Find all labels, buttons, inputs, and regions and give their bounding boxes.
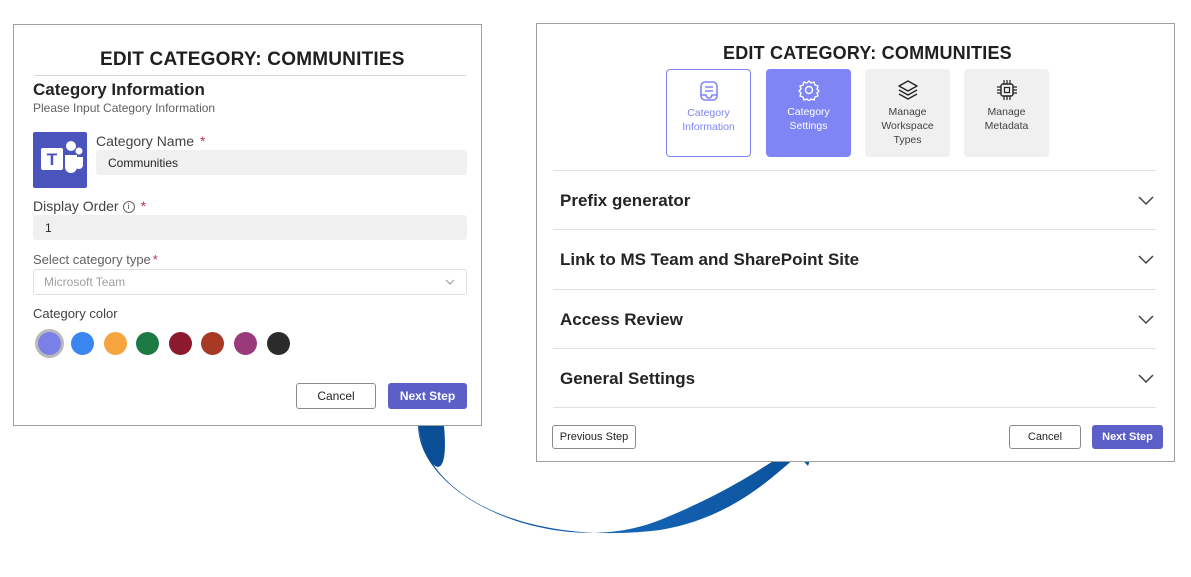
cancel-button[interactable]: Cancel	[296, 383, 376, 409]
accordion-access-review[interactable]: Access Review	[560, 310, 683, 330]
category-color-label: Category color	[33, 306, 118, 321]
accordion-link-ms-team[interactable]: Link to MS Team and SharePoint Site	[560, 250, 859, 270]
clipboard-icon	[699, 81, 718, 101]
divider	[553, 407, 1156, 408]
display-order-value: 1	[45, 220, 52, 235]
tile-label: Category Information	[682, 107, 735, 133]
color-swatch-8[interactable]	[267, 332, 290, 355]
color-swatch-3[interactable]	[104, 332, 127, 355]
tile-manage-workspace-types[interactable]: Manage Workspace Types	[865, 69, 950, 157]
chevron-down-icon[interactable]	[1137, 372, 1155, 384]
cancel-button[interactable]: Cancel	[1009, 425, 1081, 449]
panel-title: EDIT CATEGORY: COMMUNITIES	[100, 49, 405, 70]
display-order-input[interactable]: 1	[33, 215, 467, 240]
category-name-input[interactable]: Communities	[96, 150, 467, 175]
display-order-label: Display Order i *	[33, 198, 147, 214]
color-swatch-4[interactable]	[136, 332, 159, 355]
layers-icon	[897, 80, 918, 100]
color-swatch-1[interactable]	[38, 332, 61, 355]
divider	[553, 289, 1156, 290]
category-name-label: Category Name *	[96, 133, 206, 149]
section-subtitle: Please Input Category Information	[33, 101, 216, 115]
chevron-down-icon[interactable]	[1137, 194, 1155, 206]
info-icon[interactable]: i	[122, 201, 135, 213]
divider	[553, 229, 1156, 230]
edit-category-settings-panel: EDIT CATEGORY: COMMUNITIES Category Info…	[536, 23, 1175, 462]
svg-text:T: T	[47, 150, 58, 169]
chip-icon	[996, 80, 1017, 100]
color-swatch-7[interactable]	[234, 332, 257, 355]
divider	[553, 348, 1156, 349]
title-divider	[34, 75, 466, 76]
tile-label: Manage Workspace Types	[881, 106, 934, 146]
teams-logo-icon: T	[33, 132, 87, 188]
accordion-prefix-generator[interactable]: Prefix generator	[560, 191, 690, 211]
category-type-label: Select category type *	[33, 252, 158, 267]
previous-step-button[interactable]: Previous Step	[552, 425, 636, 449]
tile-category-settings[interactable]: Category Settings	[766, 69, 851, 157]
panel-title: EDIT CATEGORY: COMMUNITIES	[723, 43, 1012, 63]
category-name-value: Communities	[108, 155, 179, 170]
color-swatch-5[interactable]	[169, 332, 192, 355]
color-swatch-6[interactable]	[201, 332, 224, 355]
tile-category-information[interactable]: Category Information	[666, 69, 751, 157]
tile-label: Category Settings	[787, 106, 830, 132]
next-step-button[interactable]: Next Step	[1092, 425, 1163, 449]
chevron-down-icon[interactable]	[1137, 253, 1155, 265]
edit-category-info-panel: EDIT CATEGORY: COMMUNITIES Category Info…	[13, 24, 482, 426]
chevron-down-icon[interactable]	[1137, 313, 1155, 325]
section-title: Category Information	[33, 80, 205, 99]
next-step-button[interactable]: Next Step	[388, 383, 467, 409]
divider	[553, 170, 1156, 171]
chevron-down-icon	[445, 279, 455, 285]
accordion-general-settings[interactable]: General Settings	[560, 369, 695, 389]
tile-label: Manage Metadata	[984, 106, 1029, 132]
category-type-value: Microsoft Team	[44, 275, 126, 289]
settings-icon	[797, 80, 820, 101]
tile-manage-metadata[interactable]: Manage Metadata	[964, 69, 1049, 157]
color-swatch-2[interactable]	[71, 332, 94, 355]
category-type-select[interactable]: Microsoft Team	[33, 269, 467, 295]
